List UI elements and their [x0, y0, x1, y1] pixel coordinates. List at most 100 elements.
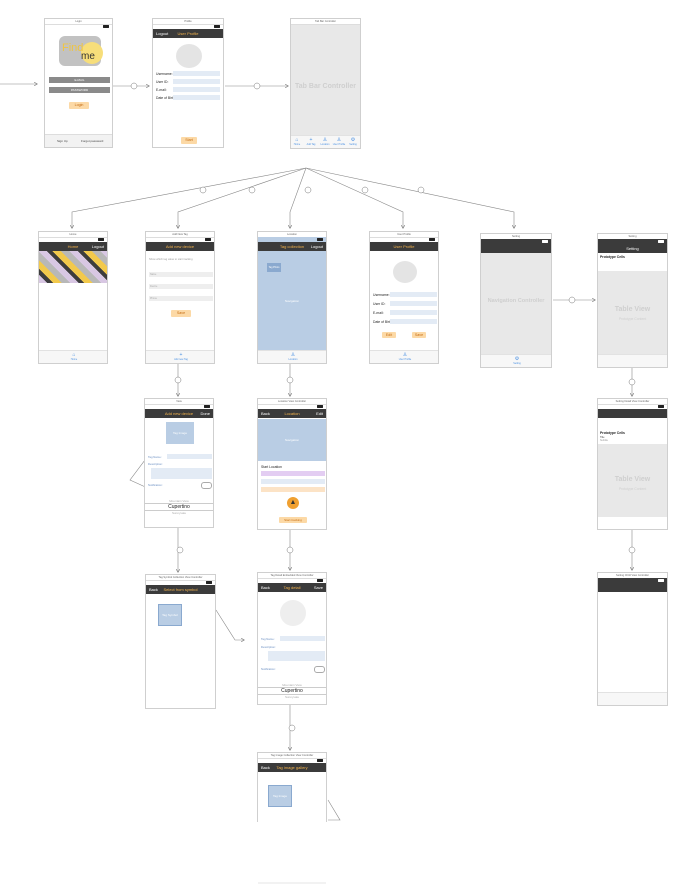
notification-toggle[interactable]	[201, 482, 212, 489]
segue-symbol-tagdetail	[215, 609, 244, 640]
tab-home[interactable]: ⌂ Home	[66, 352, 82, 361]
tab-bar: + Add new Tag	[146, 350, 214, 363]
tag-name-label: Tag Name:	[261, 637, 275, 641]
save-button[interactable]: Save	[171, 310, 191, 317]
navigation-bar: Tag collection Logout	[258, 242, 326, 251]
nav-title: Add new device	[165, 244, 195, 249]
segue-tab-location	[290, 167, 307, 228]
scene-home: Home Home Logout ⌂ Home	[38, 231, 108, 364]
device-field[interactable]: Device	[149, 284, 213, 289]
scene-setting-detail: Setting Detail View Controller Prototype…	[597, 398, 668, 530]
tab-bar: ⌂ Home	[39, 350, 107, 363]
userid-field[interactable]	[390, 301, 437, 306]
description-field[interactable]	[151, 468, 212, 479]
scene-profile: Profile Logout User Profile Username: Us…	[152, 18, 224, 148]
battery-icon	[658, 579, 664, 582]
tag-name-field[interactable]	[167, 454, 212, 459]
home-banner-image	[39, 251, 107, 283]
tab-bar: ⚙ Setting	[481, 354, 551, 367]
scene-tag-detail: Tag Detail Embedded View Controller Back…	[257, 572, 327, 705]
battery-icon	[206, 581, 212, 584]
start-tracking-button[interactable]: Start tracking	[279, 517, 307, 523]
avatar	[393, 261, 417, 283]
segue-tab-profile	[305, 167, 403, 228]
symbol-cell[interactable]: Tag Symbol	[158, 604, 182, 626]
navigation-bar: Back Location Edit	[258, 409, 326, 418]
notification-label: Notification:	[261, 667, 276, 671]
name-field[interactable]: Name	[149, 272, 213, 277]
avatar	[176, 44, 202, 68]
dob-field[interactable]	[390, 319, 437, 324]
notification-toggle[interactable]	[314, 666, 325, 673]
battery-icon	[214, 25, 220, 28]
signup-link[interactable]: Sign Up	[57, 139, 68, 143]
save-button[interactable]: Save	[314, 583, 323, 592]
image-cell[interactable]: Tag Image	[268, 785, 292, 807]
tracking-icon[interactable]: ▲	[287, 497, 299, 509]
forgot-password-link[interactable]: Forgot password	[81, 139, 103, 143]
table-view-sublabel: Prototype Content	[618, 317, 647, 321]
logout-button[interactable]: Logout	[311, 242, 323, 251]
userid-label: User ID:	[373, 302, 386, 306]
email-field[interactable]	[390, 310, 437, 315]
table-view-label: Table View	[614, 476, 651, 483]
navigation-bar: Back Tag detail Save	[258, 583, 326, 592]
scene-setting-child: Setting Child View Controller	[597, 572, 668, 706]
start-button[interactable]: Start	[181, 137, 197, 144]
battery-icon	[103, 25, 109, 28]
city-picker[interactable]: Mountain View Cupertino Sunnyvale	[145, 499, 213, 515]
location-row-1[interactable]	[261, 471, 325, 476]
login-button[interactable]: Login	[69, 102, 89, 109]
dob-field[interactable]	[173, 95, 220, 100]
navigation-bar: Setting	[598, 244, 667, 253]
edit-button[interactable]: Edit	[316, 409, 323, 418]
tab-add-tag[interactable]: + Add new Tag	[173, 352, 189, 361]
userid-field[interactable]	[173, 79, 220, 84]
email-label: E-mail:	[373, 311, 384, 315]
battery-icon	[205, 238, 211, 241]
battery-icon	[658, 405, 664, 408]
battery-icon	[429, 238, 435, 241]
tag-image[interactable]: Tag Image	[166, 422, 194, 444]
done-button[interactable]: Done	[200, 409, 210, 418]
battery-icon	[317, 238, 323, 241]
battery-icon	[317, 759, 323, 762]
username-field[interactable]	[173, 71, 220, 76]
description-field[interactable]	[268, 651, 325, 661]
location-row-2[interactable]	[261, 479, 325, 484]
city-picker[interactable]: Mountain View Cupertino Sunnyvale	[258, 683, 326, 699]
username-label: Username:	[373, 293, 390, 297]
tab-user-profile[interactable]: ♙ User Profile	[397, 352, 413, 361]
scene-location-detail: Location View Controller Back Location E…	[257, 398, 327, 530]
nav-title: Tag image gallery	[276, 765, 308, 770]
navigation-bar: User Profile	[370, 242, 438, 251]
prototype-cells-label: Prototype Cells	[600, 255, 625, 259]
userid-label: User ID:	[156, 80, 169, 84]
battery-icon	[98, 238, 104, 241]
navigation-bar: Back Tag image gallery	[258, 763, 326, 772]
tab-location[interactable]: ♙ Location	[285, 352, 301, 361]
phone-field[interactable]: Phone	[149, 296, 213, 301]
save-button[interactable]: Save	[412, 332, 426, 338]
description-label: Description:	[261, 645, 276, 649]
battery-icon	[204, 405, 210, 408]
description-label: Description:	[148, 462, 163, 466]
table-view-sublabel: Prototype Content	[618, 487, 647, 491]
email-field[interactable]	[173, 87, 220, 92]
username-field[interactable]	[390, 292, 437, 297]
segue-tab-home	[72, 167, 307, 228]
edit-button[interactable]: Edit	[382, 332, 396, 338]
tab-setting[interactable]: ⚙ Setting	[345, 137, 360, 146]
location-row-3[interactable]	[261, 487, 325, 492]
logo: Find me	[59, 36, 103, 66]
tag-name-field[interactable]	[280, 636, 325, 641]
battery-icon	[542, 240, 548, 243]
nav-title: Select from symbol	[163, 587, 198, 592]
tag-photo: Tag Photo	[267, 263, 281, 272]
battery-icon	[658, 240, 664, 243]
tab-setting[interactable]: ⚙ Setting	[509, 356, 525, 365]
logout-button[interactable]: Logout	[92, 242, 104, 251]
nav-title: User Profile	[393, 244, 415, 249]
password-field[interactable]: PASSWORD	[49, 87, 110, 93]
email-field[interactable]: E-MAIL	[49, 77, 110, 83]
